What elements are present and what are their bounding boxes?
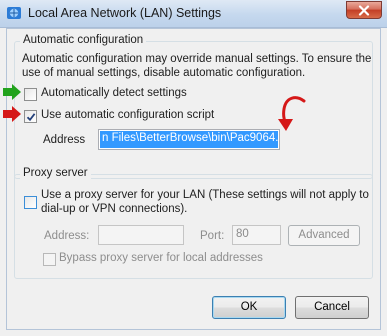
green-arrow-icon — [3, 84, 21, 100]
checkmark-icon — [26, 113, 36, 122]
close-button[interactable] — [346, 1, 382, 19]
curved-red-arrow-icon — [278, 96, 306, 131]
cancel-button[interactable]: Cancel — [295, 296, 369, 319]
network-settings-icon — [6, 5, 22, 21]
ok-button[interactable]: OK — [212, 296, 286, 319]
auto-detect-settings-label[interactable]: Automatically detect settings — [41, 87, 187, 99]
use-config-script-checkbox[interactable] — [24, 110, 37, 123]
use-config-script-label[interactable]: Use automatic configuration script — [41, 109, 214, 121]
window-title: Local Area Network (LAN) Settings — [28, 6, 222, 20]
auto-detect-settings-checkbox[interactable] — [24, 88, 37, 101]
use-proxy-label-line2[interactable]: dial-up or VPN connections). — [41, 203, 187, 215]
red-arrow-icon — [3, 106, 21, 122]
dialog-body: Automatic configuration Automatic config… — [6, 28, 381, 330]
auto-config-description-line2: use of manual settings, disable automati… — [22, 67, 306, 79]
auto-config-description-line1: Automatic configuration may override man… — [22, 53, 372, 65]
bypass-local-checkbox[interactable] — [43, 253, 56, 266]
proxy-port-label: Port: — [200, 230, 225, 242]
script-address-input[interactable]: n Files\BetterBrowse\bin\Pac9064.js — [98, 129, 280, 150]
proxy-address-label: Address: — [44, 230, 90, 242]
script-address-label: Address — [43, 134, 86, 146]
proxy-address-input[interactable] — [98, 225, 184, 245]
close-icon — [358, 5, 370, 16]
proxy-server-group-label: Proxy server — [20, 167, 91, 179]
automatic-configuration-group-label: Automatic configuration — [20, 34, 147, 46]
use-proxy-checkbox[interactable] — [24, 196, 37, 209]
advanced-button[interactable]: Advanced — [288, 225, 360, 246]
title-bar[interactable]: Local Area Network (LAN) Settings — [0, 0, 387, 28]
proxy-port-input[interactable]: 80 — [232, 225, 281, 245]
bypass-local-label[interactable]: Bypass proxy server for local addresses — [59, 252, 263, 264]
script-address-value: n Files\BetterBrowse\bin\Pac9064.js — [100, 131, 279, 148]
proxy-port-value: 80 — [236, 228, 249, 240]
use-proxy-label-line1[interactable]: Use a proxy server for your LAN (These s… — [41, 189, 369, 201]
